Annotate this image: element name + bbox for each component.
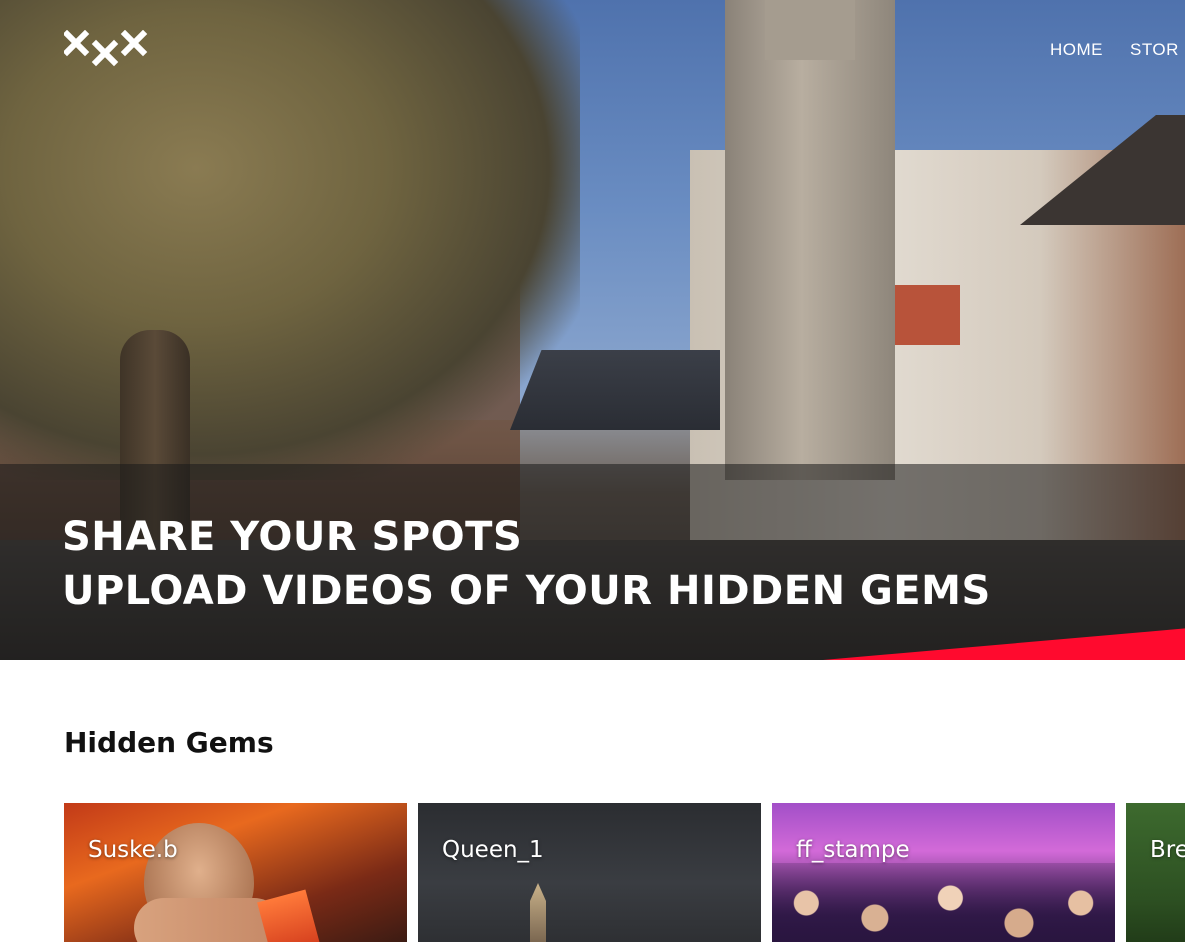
hero-heading: SHARE YOUR SPOTS UPLOAD VIDEOS OF YOUR H… <box>62 510 991 618</box>
hero-church-roof <box>510 350 720 430</box>
gem-card-user: Queen_1 <box>442 837 544 863</box>
nav-stories[interactable]: STOR <box>1130 40 1179 60</box>
hero-church-tower <box>725 0 895 480</box>
gem-card-user: Bre <box>1150 837 1185 863</box>
hero-line-2: UPLOAD VIDEOS OF YOUR HIDDEN GEMS <box>62 568 991 614</box>
card-photo-spire <box>530 883 546 942</box>
hero-line-1: SHARE YOUR SPOTS <box>62 514 523 560</box>
logo-link[interactable] <box>62 29 148 70</box>
hero-tower-spire <box>765 0 855 60</box>
section-title: Hidden Gems <box>64 726 274 759</box>
hero-banner: HOME STOR SHARE YOUR SPOTS UPLOAD VIDEOS… <box>0 0 1185 660</box>
gem-card[interactable]: ff_stampe <box>772 803 1115 942</box>
gem-card[interactable]: Suske.b <box>64 803 407 942</box>
hero-tree-canopy <box>0 0 580 480</box>
card-photo-crowd <box>772 863 1115 942</box>
gem-card-user: Suske.b <box>88 837 178 863</box>
gem-card-user: ff_stampe <box>796 837 910 863</box>
logo-x-icon <box>62 29 148 67</box>
nav-home[interactable]: HOME <box>1050 40 1103 60</box>
card-photo-glass <box>257 889 321 942</box>
gem-card-row: Suske.b Queen_1 ff_stampe Bre <box>64 803 1185 942</box>
gem-card[interactable]: Queen_1 <box>418 803 761 942</box>
main-nav: HOME STOR <box>1050 40 1179 60</box>
page: HOME STOR SHARE YOUR SPOTS UPLOAD VIDEOS… <box>0 0 1185 942</box>
gem-card[interactable]: Bre <box>1126 803 1185 942</box>
